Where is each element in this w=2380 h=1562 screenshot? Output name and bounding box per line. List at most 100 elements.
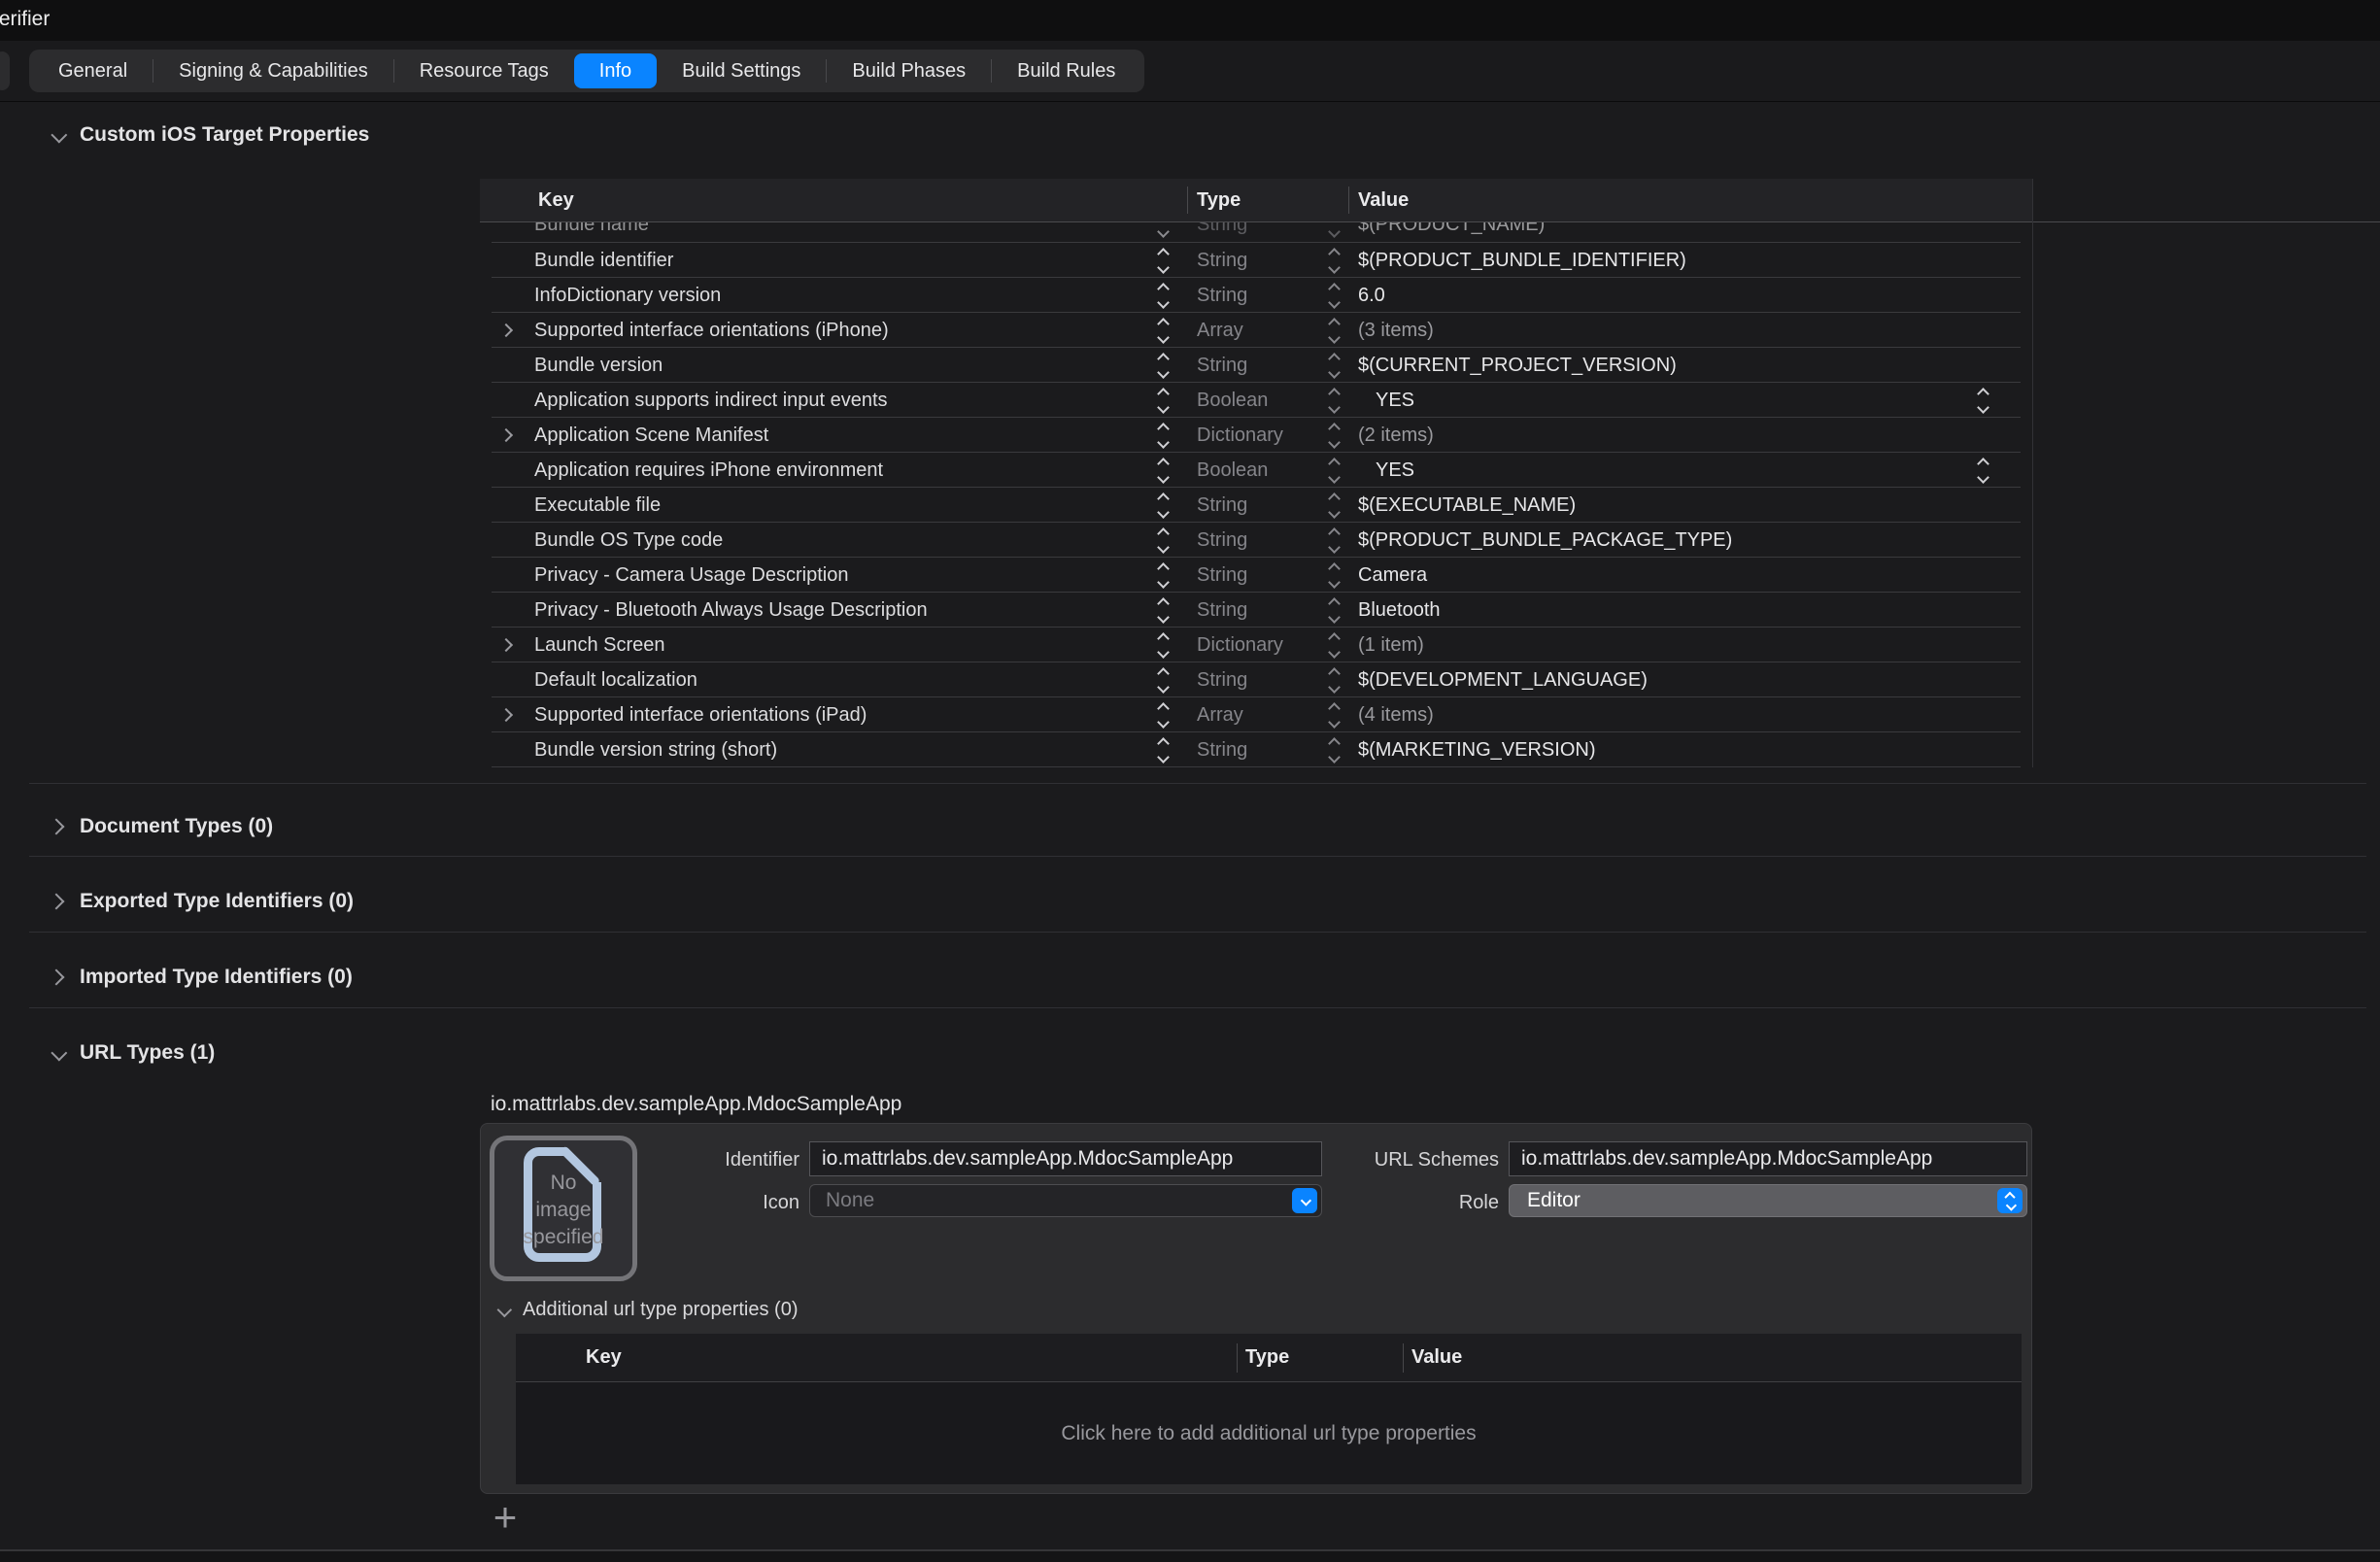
section-custom-ios-target-properties[interactable]: Custom iOS Target Properties xyxy=(51,120,369,150)
disclosure-chevron-icon[interactable] xyxy=(499,323,513,337)
table-row[interactable]: Application supports indirect input even… xyxy=(480,383,2032,418)
key-stepper-icon[interactable] xyxy=(1159,459,1168,482)
section-imported-type-identifiers[interactable]: Imported Type Identifiers (0) xyxy=(51,963,353,992)
chevron-right-icon[interactable] xyxy=(49,894,65,910)
table-row[interactable]: Bundle identifierString$(PRODUCT_BUNDLE_… xyxy=(480,243,2032,278)
chevron-down-icon[interactable] xyxy=(51,1045,67,1062)
type-stepper-icon[interactable] xyxy=(1330,739,1339,762)
icon-popup[interactable]: None xyxy=(809,1184,1322,1217)
column-divider[interactable] xyxy=(1403,1343,1404,1373)
tab-info[interactable]: Info xyxy=(574,53,657,88)
type-stepper-icon[interactable] xyxy=(1330,424,1339,447)
key-stepper-icon[interactable] xyxy=(1159,390,1168,412)
column-header-type: Type xyxy=(1197,189,1241,212)
value-stepper-icon[interactable] xyxy=(1979,459,1988,482)
identifier-field[interactable]: io.mattrlabs.dev.sampleApp.MdocSampleApp xyxy=(809,1141,1322,1176)
section-title: Exported Type Identifiers (0) xyxy=(80,890,354,913)
row-value: $(PRODUCT_BUNDLE_PACKAGE_TYPE) xyxy=(1358,529,1732,552)
row-type: String xyxy=(1197,285,1247,307)
table-row[interactable]: Bundle version string (short)String$(MAR… xyxy=(480,732,2032,767)
url-type-image-well[interactable]: No image specified xyxy=(490,1136,637,1281)
row-type: String xyxy=(1197,529,1247,552)
tab-build-phases[interactable]: Build Phases xyxy=(827,53,991,88)
url-schemes-field[interactable]: io.mattrlabs.dev.sampleApp.MdocSampleApp xyxy=(1509,1141,2027,1176)
section-document-types[interactable]: Document Types (0) xyxy=(51,812,273,841)
table-row[interactable]: Application Scene ManifestDictionary(2 i… xyxy=(480,418,2032,453)
type-stepper-icon[interactable] xyxy=(1330,494,1339,517)
add-url-type-button[interactable]: + xyxy=(486,1498,525,1537)
type-stepper-icon[interactable] xyxy=(1330,320,1339,342)
column-divider[interactable] xyxy=(1187,187,1188,214)
key-stepper-icon[interactable] xyxy=(1159,739,1168,762)
type-stepper-icon[interactable] xyxy=(1330,669,1339,692)
chevron-right-icon[interactable] xyxy=(49,819,65,835)
key-stepper-icon[interactable] xyxy=(1159,494,1168,517)
tab-build-settings[interactable]: Build Settings xyxy=(657,53,826,88)
table-row[interactable]: Bundle versionString$(CURRENT_PROJECT_VE… xyxy=(480,348,2032,383)
key-stepper-icon[interactable] xyxy=(1159,564,1168,587)
key-stepper-icon[interactable] xyxy=(1159,250,1168,272)
type-stepper-icon[interactable] xyxy=(1330,704,1339,727)
type-stepper-icon[interactable] xyxy=(1330,285,1339,307)
table-row[interactable]: Bundle OS Type codeString$(PRODUCT_BUNDL… xyxy=(480,523,2032,558)
table-row[interactable]: Default localizationString$(DEVELOPMENT_… xyxy=(480,662,2032,697)
column-divider[interactable] xyxy=(1237,1343,1238,1373)
tab-resource-tags[interactable]: Resource Tags xyxy=(394,53,574,88)
table-row[interactable]: InfoDictionary versionString6.0 xyxy=(480,278,2032,313)
tab-general[interactable]: General xyxy=(33,53,153,88)
type-stepper-icon[interactable] xyxy=(1330,634,1339,657)
table-row[interactable]: Supported interface orientations (iPhone… xyxy=(480,313,2032,348)
table-row[interactable]: Executable fileString$(EXECUTABLE_NAME) xyxy=(480,488,2032,523)
key-stepper-icon[interactable] xyxy=(1159,285,1168,307)
key-stepper-icon[interactable] xyxy=(1159,320,1168,342)
key-stepper-icon[interactable] xyxy=(1159,424,1168,447)
table-row[interactable]: Launch ScreenDictionary(1 item) xyxy=(480,628,2032,662)
popup-chevron-button[interactable] xyxy=(1292,1188,1317,1213)
key-stepper-icon[interactable] xyxy=(1159,529,1168,552)
disclosure-chevron-icon[interactable] xyxy=(499,638,513,652)
disclosure-chevron-icon[interactable] xyxy=(499,428,513,442)
key-stepper-icon[interactable] xyxy=(1159,599,1168,622)
type-stepper-icon[interactable] xyxy=(1330,355,1339,377)
value-stepper-icon[interactable] xyxy=(1979,390,1988,412)
row-value: $(CURRENT_PROJECT_VERSION) xyxy=(1358,355,1677,377)
additional-table-empty-area[interactable]: Click here to add additional url type pr… xyxy=(516,1382,2022,1484)
key-stepper-icon[interactable] xyxy=(1159,704,1168,727)
row-value: YES xyxy=(1376,459,1414,482)
section-url-types[interactable]: URL Types (1) xyxy=(51,1038,215,1068)
window-title: Verifier xyxy=(0,8,50,31)
type-stepper-icon[interactable] xyxy=(1330,529,1339,552)
popup-stepper-button[interactable] xyxy=(1997,1188,2023,1213)
tab-build-rules[interactable]: Build Rules xyxy=(992,53,1140,88)
chevron-right-icon[interactable] xyxy=(49,969,65,986)
xcode-info-pane: Verifier GeneralSigning & CapabilitiesRe… xyxy=(0,0,2380,1562)
table-row[interactable]: Application requires iPhone environmentB… xyxy=(480,453,2032,488)
table-row[interactable]: Bundle nameString$(PRODUCT_NAME) xyxy=(480,221,2032,243)
type-stepper-icon[interactable] xyxy=(1330,250,1339,272)
role-popup[interactable]: Editor xyxy=(1509,1184,2027,1217)
key-stepper-icon[interactable] xyxy=(1159,221,1168,236)
row-type: Dictionary xyxy=(1197,424,1283,447)
table-row[interactable]: Privacy - Camera Usage DescriptionString… xyxy=(480,558,2032,593)
key-stepper-icon[interactable] xyxy=(1159,669,1168,692)
chevron-down-icon[interactable] xyxy=(497,1303,513,1318)
additional-url-type-properties-header[interactable]: Additional url type properties (0) xyxy=(496,1299,798,1321)
row-value: (2 items) xyxy=(1358,424,1434,447)
window-titlebar: Verifier xyxy=(0,0,2380,41)
column-header-key: Key xyxy=(586,1346,622,1369)
disclosure-chevron-icon[interactable] xyxy=(499,708,513,722)
table-row[interactable]: Supported interface orientations (iPad)A… xyxy=(480,697,2032,732)
tab-signing-capabilities[interactable]: Signing & Capabilities xyxy=(153,53,393,88)
section-exported-type-identifiers[interactable]: Exported Type Identifiers (0) xyxy=(51,887,354,916)
type-stepper-icon[interactable] xyxy=(1330,599,1339,622)
column-divider[interactable] xyxy=(1348,187,1349,214)
key-stepper-icon[interactable] xyxy=(1159,634,1168,657)
section-title: Custom iOS Target Properties xyxy=(80,123,369,147)
type-stepper-icon[interactable] xyxy=(1330,221,1339,236)
key-stepper-icon[interactable] xyxy=(1159,355,1168,377)
type-stepper-icon[interactable] xyxy=(1330,564,1339,587)
type-stepper-icon[interactable] xyxy=(1330,390,1339,412)
type-stepper-icon[interactable] xyxy=(1330,459,1339,482)
table-row[interactable]: Privacy - Bluetooth Always Usage Descrip… xyxy=(480,593,2032,628)
chevron-down-icon[interactable] xyxy=(51,127,67,144)
